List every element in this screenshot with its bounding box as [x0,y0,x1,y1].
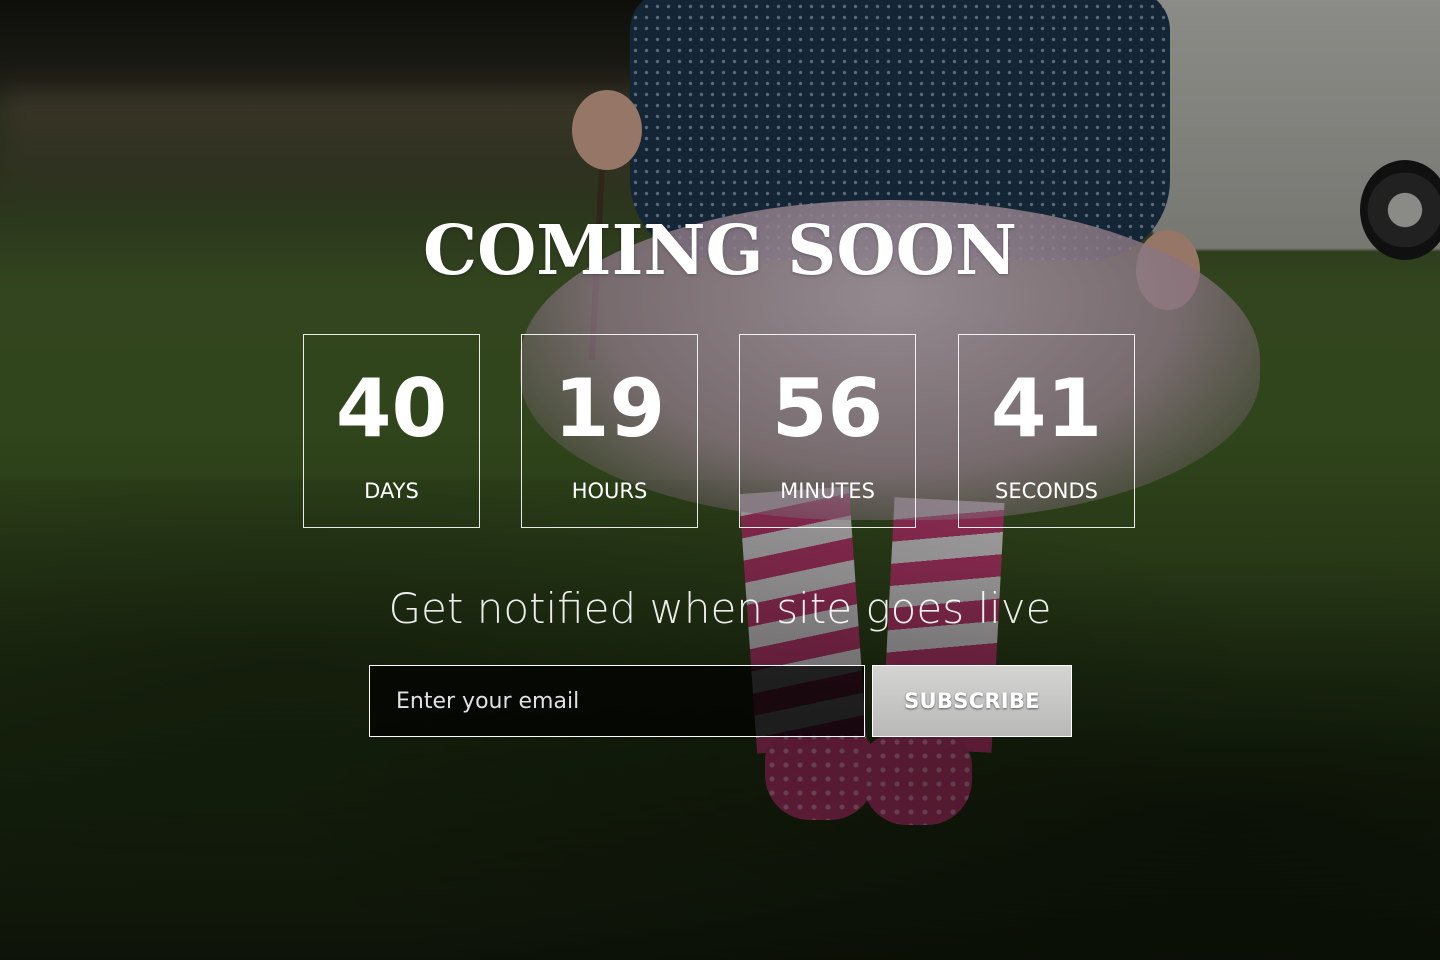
countdown-seconds-label: SECONDS [994,479,1098,503]
countdown-days-label: DAYS [364,479,419,503]
countdown-minutes: 56 MINUTES [739,334,916,528]
countdown-hours-value: 19 [553,362,666,455]
subscribe-button[interactable]: SUBSCRIBE [872,665,1072,737]
countdown-days: 40 DAYS [303,334,480,528]
countdown-minutes-value: 56 [771,362,884,455]
countdown-seconds-value: 41 [990,362,1103,455]
email-input[interactable] [369,665,865,737]
countdown-hours: 19 HOURS [521,334,698,528]
notify-subtitle: Get notified when site goes live [388,584,1052,633]
countdown-days-value: 40 [335,362,448,455]
countdown-timer: 40 DAYS 19 HOURS 56 MINUTES 41 SECONDS [303,334,1137,530]
countdown-minutes-label: MINUTES [780,479,875,503]
page-title: COMING SOON [422,211,1018,291]
countdown-hours-label: HOURS [571,479,648,503]
subscribe-form: SUBSCRIBE [369,665,1072,737]
coming-soon-content: COMING SOON 40 DAYS 19 HOURS 56 MINUTES … [0,0,1440,960]
countdown-seconds: 41 SECONDS [958,334,1135,528]
